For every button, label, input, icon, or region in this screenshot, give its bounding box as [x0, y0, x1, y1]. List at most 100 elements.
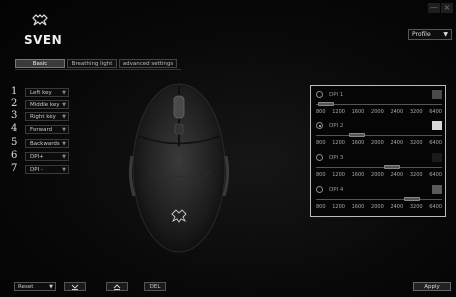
tick-label: 1200 [332, 109, 345, 115]
tick-label: 1600 [351, 140, 365, 146]
tick-label: 6400 [429, 140, 442, 146]
dpi-3-label: DPI 3 [329, 155, 344, 161]
chevron-down-icon: ▼ [62, 140, 66, 147]
dpi-2-slider-handle[interactable] [349, 133, 365, 137]
brand-name: SVEN [24, 33, 63, 47]
dpi-1-slider-track[interactable] [316, 104, 442, 105]
tick-label: 1200 [332, 204, 345, 210]
chevron-down-icon: ▼ [62, 166, 66, 173]
tick-label: 2400 [390, 140, 404, 146]
dpi-slot-1: DPI 1 800 1200 1600 2000 2400 3200 6400 [311, 89, 445, 120]
button-row-6: 6 DPI+ ▼ [11, 151, 69, 161]
button-1-dropdown[interactable]: Left key ▼ [25, 87, 69, 97]
dpi-2-tick-labels: 800 1200 1600 2000 2400 3200 6400 [316, 140, 442, 146]
tick-label: 2000 [371, 140, 384, 146]
tick-label: 2400 [390, 204, 404, 210]
dpi-2-slider-track[interactable] [316, 135, 442, 136]
tick-label: 1600 [351, 204, 365, 210]
tick-label: 3200 [409, 140, 423, 146]
tab-basic[interactable]: Basic [15, 59, 65, 68]
tick-label: 6400 [429, 172, 442, 178]
footer-profile-dropdown[interactable]: Reset ▼ [14, 282, 56, 291]
footer-profile-value: Reset [18, 284, 34, 290]
profile-dropdown[interactable]: Profile ▼ [408, 29, 452, 40]
dpi-2-color-swatch[interactable] [432, 121, 442, 130]
button-row-1: 1 Left key ▼ [11, 87, 69, 97]
button-2-dropdown[interactable]: Middle key ▼ [25, 99, 69, 109]
chevron-down-icon: ▼ [62, 101, 66, 108]
button-row-2: 2 Middle key ▼ [11, 99, 69, 109]
delete-button[interactable]: DEL [144, 282, 166, 291]
chevron-down-icon: ▼ [49, 284, 53, 290]
dpi-3-slider-handle[interactable] [384, 165, 401, 169]
chevron-down-icon: ▼ [62, 153, 66, 160]
dpi-4-label: DPI 4 [329, 187, 344, 193]
button-number: 1 [11, 86, 18, 97]
dpi-3-slider-track[interactable] [316, 167, 442, 168]
dpi-4-color-swatch[interactable] [432, 185, 442, 194]
dpi-slot-2: DPI 2 800 1200 1600 2000 2400 3200 6400 [311, 120, 445, 151]
dpi-3-color-swatch[interactable] [432, 153, 442, 162]
import-button[interactable] [64, 282, 86, 291]
button-row-5: 5 Backwards ▼ [11, 138, 69, 148]
chevron-down-icon: ▼ [62, 126, 66, 133]
tick-label: 1200 [332, 172, 345, 178]
tick-label: 3200 [409, 172, 423, 178]
dpi-slot-3: DPI 3 800 1200 1600 2000 2400 3200 6400 [311, 152, 445, 183]
dpi-1-slider-handle[interactable] [318, 102, 335, 106]
button-6-dropdown[interactable]: DPI+ ▼ [25, 151, 69, 161]
tick-label: 6400 [429, 204, 442, 210]
button-5-dropdown[interactable]: Backwards ▼ [25, 138, 69, 148]
button-3-dropdown[interactable]: Right key ▼ [25, 111, 69, 121]
chevron-down-icon: ▼ [443, 31, 448, 38]
dpi-4-radio[interactable] [316, 186, 323, 193]
button-number: 5 [11, 137, 18, 148]
button-7-dropdown[interactable]: DPI - ▼ [25, 164, 69, 174]
tick-label: 800 [316, 204, 326, 210]
tab-breathing-light[interactable]: Breathing light [67, 59, 117, 68]
tick-label: 1600 [351, 172, 365, 178]
button-2-value: Middle key [30, 101, 60, 108]
button-row-4: 4 Forward ▼ [11, 124, 69, 134]
button-number: 4 [11, 123, 18, 134]
apply-button[interactable]: Apply [413, 282, 451, 291]
button-number: 3 [11, 110, 18, 121]
tick-label: 2400 [390, 172, 404, 178]
button-row-3: 3 Right key ▼ [11, 111, 69, 121]
dpi-3-radio[interactable] [316, 154, 323, 161]
tick-label: 1200 [332, 140, 345, 146]
export-button[interactable] [106, 282, 128, 291]
button-4-dropdown[interactable]: Forward ▼ [25, 124, 69, 134]
dpi-2-radio[interactable] [316, 122, 323, 129]
button-7-value: DPI - [30, 166, 43, 173]
button-number: 7 [11, 163, 18, 174]
button-number: 6 [11, 150, 18, 161]
dpi-1-label: DPI 1 [329, 92, 344, 98]
tick-label: 3200 [409, 109, 423, 115]
dpi-4-slider-handle[interactable] [404, 197, 420, 201]
minimize-button[interactable]: — [428, 3, 440, 13]
dpi-3-tick-labels: 800 1200 1600 2000 2400 3200 6400 [316, 172, 442, 178]
app-window: — × SVEN Profile ▼ Basic Breathing light… [0, 0, 456, 297]
close-button[interactable]: × [441, 3, 453, 13]
profile-selected: Profile [412, 31, 431, 38]
button-3-value: Right key [30, 113, 56, 120]
tab-advanced-settings[interactable]: advanced settings [119, 59, 177, 68]
mouse-image [128, 83, 230, 253]
tick-label: 2000 [371, 109, 384, 115]
sven-logo-icon [32, 14, 48, 26]
tick-label: 2000 [371, 172, 384, 178]
tick-label: 800 [316, 172, 326, 178]
button-number: 2 [11, 98, 18, 109]
dpi-panel: DPI 1 800 1200 1600 2000 2400 3200 6400 DPI 2 … [310, 85, 446, 217]
dpi-slot-4: DPI 4 800 1200 1600 2000 2400 3200 6400 [311, 184, 445, 215]
dpi-4-tick-labels: 800 1200 1600 2000 2400 3200 6400 [316, 204, 442, 210]
dpi-4-slider-track[interactable] [316, 199, 442, 200]
dpi-1-radio[interactable] [316, 91, 323, 98]
dpi-2-label: DPI 2 [329, 123, 344, 129]
tick-label: 6400 [429, 109, 442, 115]
radio-selected-dot [318, 124, 321, 127]
dpi-1-color-swatch[interactable] [432, 90, 442, 99]
tick-label: 1600 [351, 109, 365, 115]
dpi-1-tick-labels: 800 1200 1600 2000 2400 3200 6400 [316, 109, 442, 115]
